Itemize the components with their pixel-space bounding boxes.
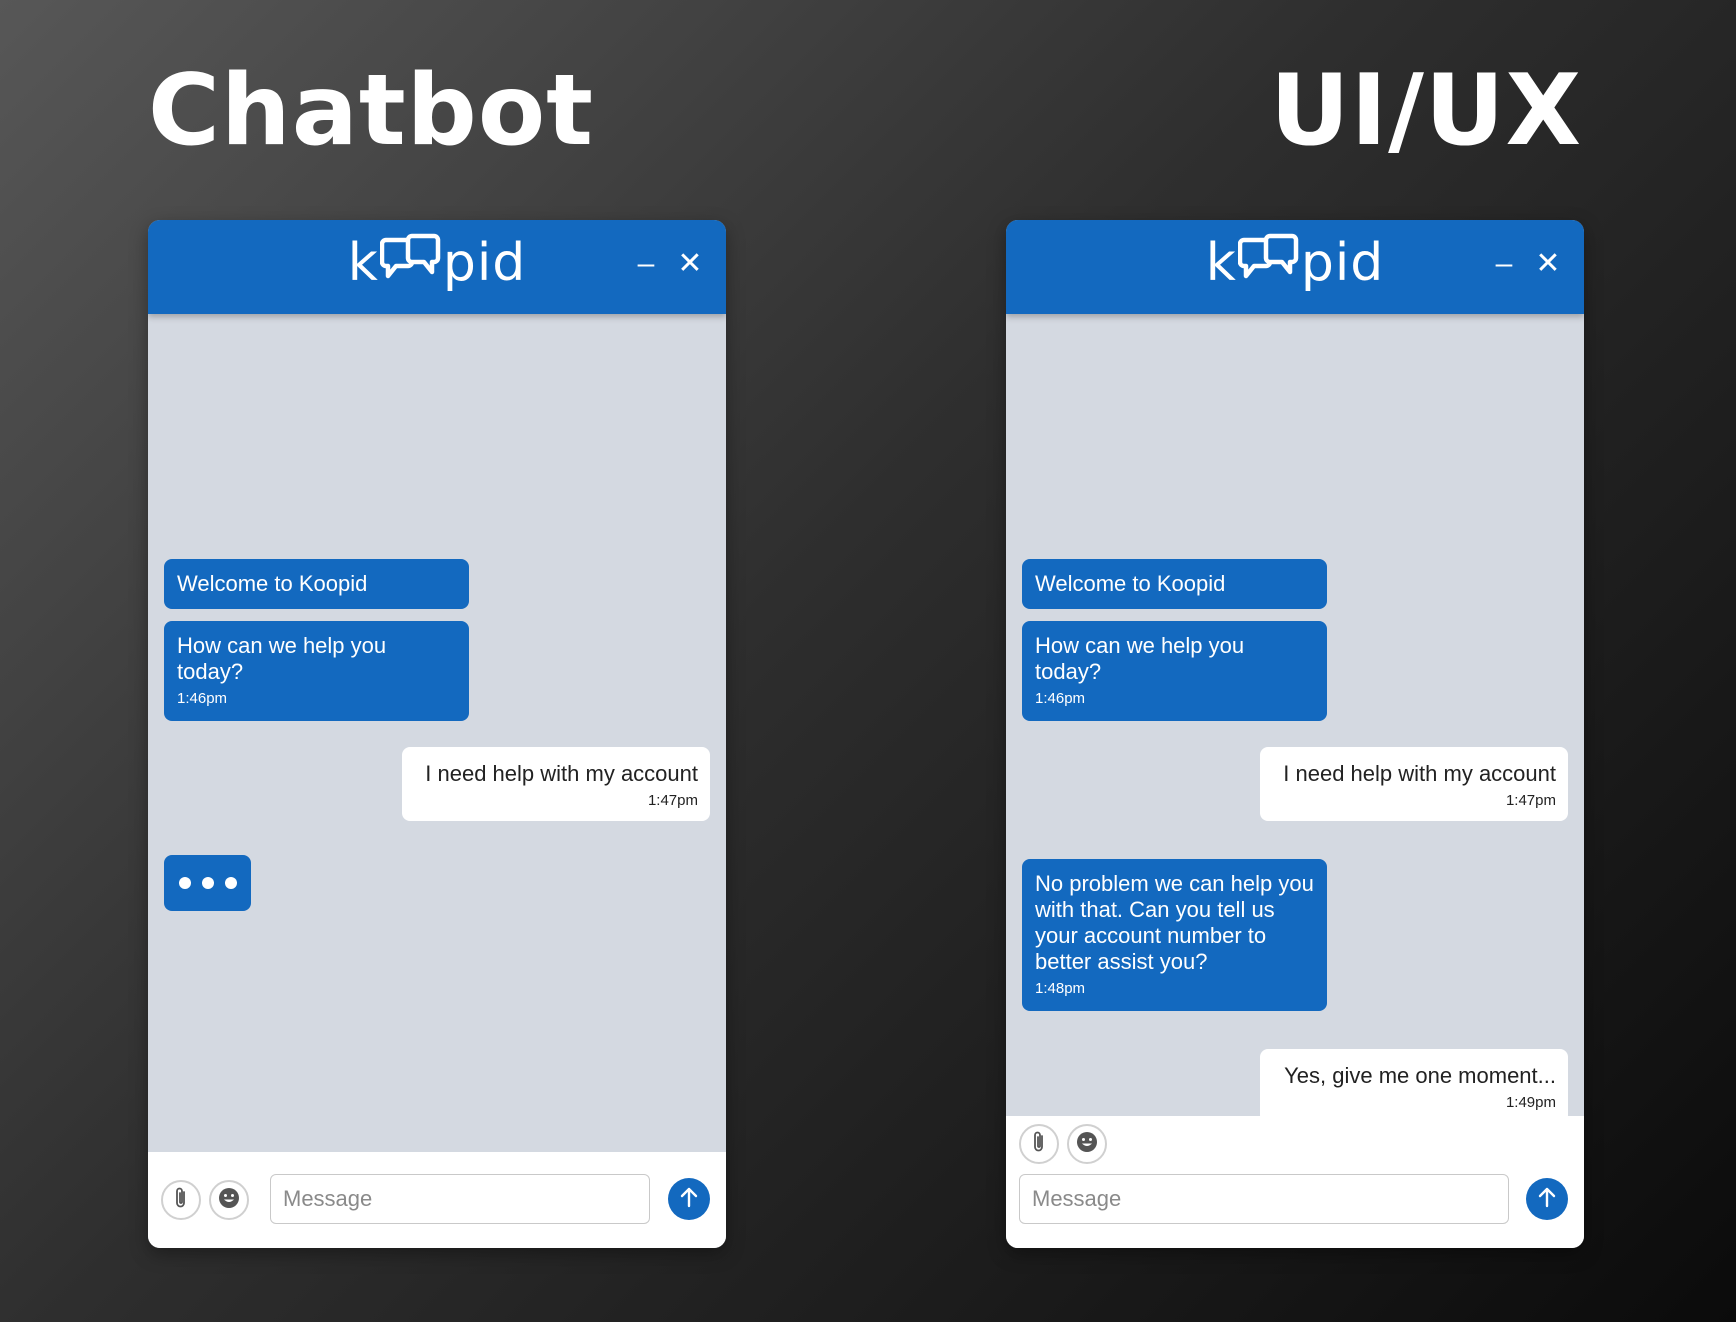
typing-dot	[224, 877, 237, 889]
chat-bubble-logo-icon	[1237, 232, 1300, 301]
message-text: Welcome to Koopid	[177, 571, 368, 596]
logo-prefix: k	[347, 233, 379, 293]
heading-uiux: UI/UX	[1270, 54, 1582, 168]
send-button[interactable]	[668, 1178, 710, 1220]
emoji-button[interactable]	[209, 1180, 249, 1220]
message-text: I need help with my account	[425, 761, 698, 786]
user-message: Yes, give me one moment... 1:49pm	[1260, 1049, 1568, 1123]
message-time: 1:46pm	[177, 690, 228, 707]
composer	[148, 1152, 726, 1248]
message-time: 1:46pm	[1035, 690, 1086, 707]
paperclip-icon	[1030, 1130, 1048, 1159]
message-time: 1:49pm	[1505, 1094, 1556, 1111]
message-text: Welcome to Koopid	[1035, 571, 1226, 596]
attach-button[interactable]	[1019, 1124, 1059, 1164]
paperclip-icon	[172, 1186, 190, 1215]
message-input[interactable]	[270, 1174, 650, 1224]
heading-chatbot: Chatbot	[148, 54, 594, 168]
chat-bubble-logo-icon	[379, 232, 442, 301]
message-time: 1:47pm	[1505, 792, 1556, 809]
logo-suffix: pid	[442, 233, 527, 293]
attach-button[interactable]	[161, 1180, 201, 1220]
bot-message: No problem we can help you with that. Ca…	[1022, 859, 1327, 1011]
send-button[interactable]	[1526, 1178, 1568, 1220]
message-time: 1:47pm	[647, 792, 698, 809]
typing-dot	[178, 877, 191, 889]
emoji-icon	[217, 1186, 241, 1215]
message-text: No problem we can help you with that. Ca…	[1035, 871, 1314, 974]
chat-header: k pid – ✕	[148, 220, 726, 314]
chat-widget-conversation: k pid – ✕ Welcome to Koopid How can we he…	[1006, 220, 1584, 1248]
chat-header: k pid – ✕	[1006, 220, 1584, 314]
typing-indicator	[164, 855, 251, 911]
message-input[interactable]	[1019, 1174, 1509, 1224]
composer	[1006, 1116, 1584, 1248]
logo-suffix: pid	[1300, 233, 1385, 293]
close-button[interactable]: ✕	[1530, 246, 1566, 282]
emoji-icon	[1075, 1130, 1099, 1159]
send-arrow-icon	[678, 1185, 700, 1214]
emoji-button[interactable]	[1067, 1124, 1107, 1164]
send-arrow-icon	[1536, 1185, 1558, 1214]
minimize-button[interactable]: –	[628, 246, 664, 282]
message-text: Yes, give me one moment...	[1284, 1063, 1556, 1088]
close-button[interactable]: ✕	[672, 246, 708, 282]
message-text: I need help with my account	[1283, 761, 1556, 786]
bot-message: Welcome to Koopid	[164, 559, 469, 609]
user-message: I need help with my account 1:47pm	[1260, 747, 1568, 821]
logo-prefix: k	[1205, 233, 1237, 293]
chat-widget-initial: k pid – ✕ Welcome to Koopid How can we he…	[148, 220, 726, 1248]
minimize-button[interactable]: –	[1486, 246, 1522, 282]
message-text: How can we help you today?	[177, 633, 387, 684]
message-time: 1:48pm	[1035, 980, 1086, 997]
bot-message: How can we help you today? 1:46pm	[1022, 621, 1327, 721]
bot-message: How can we help you today? 1:46pm	[164, 621, 469, 721]
typing-dot	[201, 877, 214, 889]
message-text: How can we help you today?	[1035, 633, 1245, 684]
bot-message: Welcome to Koopid	[1022, 559, 1327, 609]
user-message: I need help with my account 1:47pm	[402, 747, 710, 821]
